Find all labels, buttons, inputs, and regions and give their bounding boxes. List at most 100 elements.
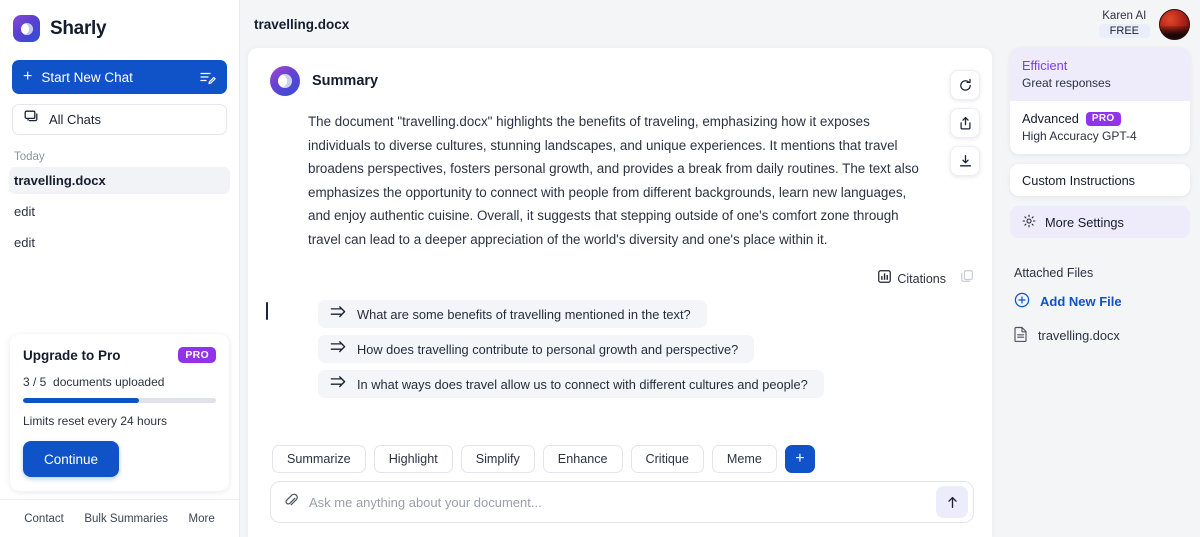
- pro-badge: PRO: [178, 347, 216, 363]
- model-title-row: Efficient: [1022, 58, 1178, 73]
- compose-icon: [199, 69, 216, 86]
- send-arrow-icon: [330, 375, 346, 394]
- quick-action-meme[interactable]: Meme: [711, 445, 777, 473]
- document-title: travelling.docx: [254, 16, 350, 32]
- quick-action-bar: Summarize Highlight Simplify Enhance Cri…: [248, 445, 992, 473]
- footer-link-bulk-summaries[interactable]: Bulk Summaries: [84, 513, 168, 525]
- copy-icon[interactable]: [960, 269, 974, 288]
- more-settings-label: More Settings: [1045, 214, 1124, 230]
- main-chat-column: travelling.docx Summary The document "tr…: [240, 0, 1000, 537]
- all-chats-button[interactable]: All Chats: [12, 104, 227, 135]
- custom-instructions-button[interactable]: Custom Instructions: [1010, 164, 1190, 196]
- document-icon: [1014, 326, 1028, 345]
- share-button[interactable]: [950, 108, 980, 138]
- plan-badge: FREE: [1098, 24, 1150, 38]
- app-root: Sharly + Start New Chat All Chats Today …: [0, 0, 1200, 537]
- message-actions: [950, 70, 980, 176]
- documents-used-count: 3 / 5: [23, 375, 47, 389]
- suggestion-row: How does travelling contribute to person…: [248, 335, 992, 370]
- model-title: Efficient: [1022, 58, 1068, 73]
- chat-list-item[interactable]: edit: [9, 229, 230, 256]
- upgrade-header: Upgrade to Pro PRO: [23, 347, 216, 363]
- send-button[interactable]: [936, 486, 968, 518]
- chat-list-item[interactable]: edit: [9, 198, 230, 225]
- continue-button[interactable]: Continue: [23, 441, 119, 477]
- model-option-advanced[interactable]: Advanced PRO High Accuracy GPT-4: [1010, 101, 1190, 154]
- more-settings-button[interactable]: More Settings: [1010, 206, 1190, 238]
- model-title-row: Advanced PRO: [1022, 111, 1178, 126]
- message-composer: [270, 481, 974, 523]
- add-new-file-label: Add New File: [1040, 294, 1122, 309]
- quick-action-highlight[interactable]: Highlight: [373, 445, 453, 473]
- limits-reset-note: Limits reset every 24 hours: [23, 414, 168, 428]
- upload-progress-bar: [23, 398, 216, 403]
- quick-action-summarize[interactable]: Summarize: [272, 445, 366, 473]
- suggestion-chip[interactable]: How does travelling contribute to person…: [318, 335, 755, 363]
- attached-file-name: travelling.docx: [1038, 328, 1120, 343]
- download-button[interactable]: [950, 146, 980, 176]
- start-new-chat-button[interactable]: + Start New Chat: [12, 60, 227, 94]
- footer-link-more[interactable]: More: [189, 513, 215, 525]
- plus-icon: +: [23, 68, 33, 85]
- all-chats-label: All Chats: [49, 112, 102, 127]
- assistant-avatar-icon: [270, 66, 300, 96]
- sharly-moon-logo-icon: [13, 15, 40, 42]
- custom-instructions-label: Custom Instructions: [1022, 172, 1136, 188]
- citations-label: Citations: [897, 271, 946, 286]
- add-quick-action-button[interactable]: +: [784, 445, 815, 473]
- suggested-questions: What are some benefits of travelling men…: [248, 288, 992, 405]
- user-chip[interactable]: Karen AI FREE: [1010, 0, 1190, 48]
- user-meta: Karen AI FREE: [1098, 10, 1150, 38]
- chart-icon: [878, 269, 892, 288]
- user-name: Karen AI: [1102, 10, 1147, 22]
- start-new-chat-label: Start New Chat: [41, 69, 133, 85]
- message-input[interactable]: [309, 494, 926, 510]
- quick-action-critique[interactable]: Critique: [630, 445, 704, 473]
- model-selector: Efficient Great responses Advanced PRO H…: [1010, 48, 1190, 154]
- chat-panel: Summary The document "travelling.docx" h…: [248, 48, 992, 537]
- documents-uploaded-label: documents uploaded: [53, 375, 165, 389]
- upgrade-title: Upgrade to Pro: [23, 347, 121, 363]
- attached-file-item[interactable]: travelling.docx: [1014, 326, 1190, 345]
- plus-circle-icon: [1014, 292, 1030, 311]
- footer-link-contact[interactable]: Contact: [24, 513, 64, 525]
- chat-section-label: Today: [14, 151, 45, 163]
- attached-files-title: Attached Files: [1014, 266, 1094, 280]
- quick-action-enhance[interactable]: Enhance: [542, 445, 623, 473]
- summary-text: The document "travelling.docx" highlight…: [308, 114, 919, 247]
- brand: Sharly: [0, 0, 239, 42]
- sidebar-footer: Contact Bulk Summaries More: [0, 499, 239, 537]
- model-option-efficient[interactable]: Efficient Great responses: [1010, 48, 1190, 101]
- send-arrow-icon: [330, 305, 346, 324]
- pro-badge: PRO: [1085, 111, 1121, 126]
- chats-icon: [24, 109, 40, 130]
- suggestion-label: How does travelling contribute to person…: [357, 341, 739, 357]
- add-new-file-button[interactable]: Add New File: [1014, 292, 1190, 311]
- model-title: Advanced: [1022, 111, 1079, 126]
- suggestion-label: In what ways does travel allow us to con…: [357, 376, 808, 392]
- document-topbar: travelling.docx: [240, 0, 1000, 48]
- gear-icon: [1022, 214, 1036, 231]
- chat-list-item[interactable]: travelling.docx: [9, 167, 230, 194]
- user-avatar[interactable]: [1159, 8, 1190, 40]
- suggestion-label: What are some benefits of travelling men…: [357, 306, 691, 322]
- suggestion-chip[interactable]: In what ways does travel allow us to con…: [318, 370, 824, 398]
- suggestion-row: What are some benefits of travelling men…: [248, 300, 992, 335]
- brand-name: Sharly: [50, 17, 107, 39]
- suggestion-chip[interactable]: What are some benefits of travelling men…: [318, 300, 707, 328]
- upload-progress-fill: [23, 398, 139, 403]
- suggestion-row: In what ways does travel allow us to con…: [248, 370, 992, 405]
- quick-action-simplify[interactable]: Simplify: [460, 445, 535, 473]
- paperclip-icon[interactable]: [284, 492, 299, 513]
- documents-uploaded-row: 3 / 5 documents uploaded: [23, 375, 216, 389]
- citations-row: Citations: [248, 251, 992, 288]
- model-subtitle: Great responses: [1022, 76, 1111, 90]
- message-header: Summary: [248, 48, 992, 96]
- citations-button[interactable]: Citations: [878, 269, 946, 288]
- left-sidebar: Sharly + Start New Chat All Chats Today …: [0, 0, 240, 537]
- right-sidebar: Karen AI FREE Efficient Great responses …: [1000, 0, 1200, 537]
- send-arrow-icon: [330, 340, 346, 359]
- upgrade-to-pro-card: Upgrade to Pro PRO 3 / 5 documents uploa…: [10, 334, 229, 491]
- message-title: Summary: [312, 73, 379, 89]
- regenerate-button[interactable]: [950, 70, 980, 100]
